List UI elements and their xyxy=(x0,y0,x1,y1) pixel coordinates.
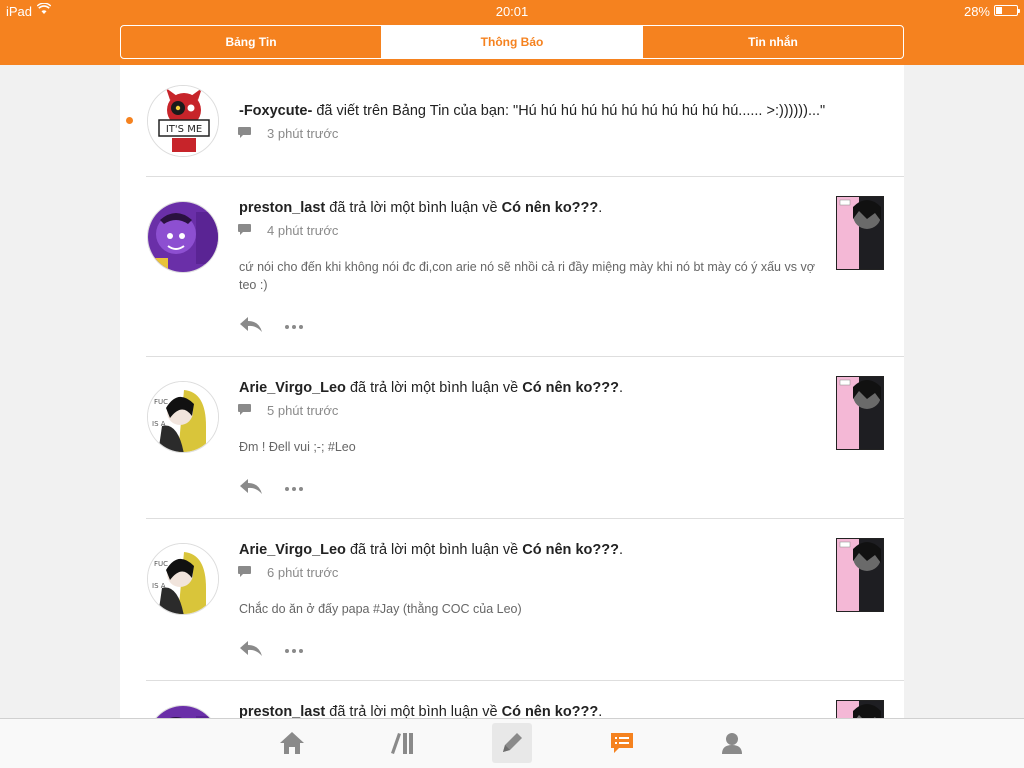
compose-icon[interactable] xyxy=(492,723,532,763)
more-options-icon[interactable] xyxy=(285,486,303,491)
notification-action: đã trả lời một bình luận về xyxy=(345,542,523,558)
comment-bubble-icon xyxy=(238,223,251,238)
username[interactable]: Arie_Virgo_Leo xyxy=(239,380,346,396)
username[interactable]: Arie_Virgo_Leo xyxy=(239,542,346,558)
profile-icon[interactable] xyxy=(712,723,752,763)
timestamp-row: 4 phút trước xyxy=(238,223,338,238)
clock: 20:01 xyxy=(495,4,529,19)
notification-text[interactable]: -Foxycute- đã viết trên Bảng Tin của bạn… xyxy=(239,103,879,119)
battery-icon xyxy=(994,5,1020,16)
post-title-link[interactable]: Có nên ko??? xyxy=(502,200,599,216)
timestamp: 5 phút trước xyxy=(267,403,339,418)
avatar[interactable] xyxy=(147,201,219,273)
comment-bubble-icon xyxy=(238,126,251,141)
more-options-icon[interactable] xyxy=(285,648,303,653)
battery-percent: 28% xyxy=(963,4,990,19)
post-thumbnail[interactable] xyxy=(836,538,884,612)
post-thumbnail[interactable] xyxy=(836,376,884,450)
timestamp: 4 phút trước xyxy=(267,223,339,238)
svg-text:FUC: FUC xyxy=(154,398,168,406)
list-item[interactable]: IT'S ME -Foxycute- đã viết trên Bảng Tin… xyxy=(126,65,904,177)
avatar[interactable]: IT'S ME xyxy=(147,85,219,157)
avatar[interactable]: FUC IS A xyxy=(147,543,219,615)
tab-bang-tin[interactable]: Bảng Tin xyxy=(121,26,381,58)
comment-text: cứ nói cho đến khi không nói đc đi,con a… xyxy=(239,260,815,292)
timestamp: 3 phút trước xyxy=(267,126,339,141)
header-bar: iPad 20:01 28% Bảng Tin Thông Báo Tin nh… xyxy=(0,0,1024,65)
list-item[interactable]: FUC IS A Arie_Virgo_Leo đã trả lời một b… xyxy=(146,519,904,681)
username[interactable]: preston_last xyxy=(239,704,325,718)
segmented-control: Bảng Tin Thông Báo Tin nhắn xyxy=(120,25,904,59)
tab-thong-bao[interactable]: Thông Báo xyxy=(381,26,642,58)
item-actions xyxy=(239,639,303,662)
username[interactable]: preston_last xyxy=(239,200,325,216)
tab-tin-nhan[interactable]: Tin nhắn xyxy=(642,26,903,58)
notification-text[interactable]: preston_last đã trả lời một bình luận về… xyxy=(239,704,879,718)
post-thumbnail[interactable] xyxy=(836,196,884,270)
notification-text[interactable]: Arie_Virgo_Leo đã trả lời một bình luận … xyxy=(239,542,879,558)
post-title-link[interactable]: Có nên ko??? xyxy=(522,380,619,396)
reply-icon[interactable] xyxy=(239,477,263,500)
punctuation: . xyxy=(598,704,603,718)
punctuation: . xyxy=(618,380,623,396)
punctuation: . xyxy=(598,200,603,216)
notification-action: đã trả lời một bình luận về xyxy=(325,704,502,718)
reply-icon[interactable] xyxy=(239,639,263,662)
list-item[interactable]: preston_last đã trả lời một bình luận về… xyxy=(146,177,904,357)
unread-dot xyxy=(126,117,133,124)
post-title-link[interactable]: Có nên ko??? xyxy=(522,542,619,558)
timestamp-row: 6 phút trước xyxy=(238,565,338,580)
svg-text:IS A: IS A xyxy=(152,582,166,590)
comment-text: Chắc do ăn ở đấy papa #Jay (thằng COC củ… xyxy=(239,602,522,616)
punctuation: . xyxy=(618,542,623,558)
post-thumbnail[interactable] xyxy=(836,700,884,718)
comment-bubble-icon xyxy=(238,565,251,580)
timestamp-row: 5 phút trước xyxy=(238,403,338,418)
home-icon[interactable] xyxy=(272,723,312,763)
notification-text[interactable]: Arie_Virgo_Leo đã trả lời một bình luận … xyxy=(239,380,879,396)
bottom-tab-bar xyxy=(0,718,1024,768)
timestamp: 6 phút trước xyxy=(267,565,339,580)
more-options-icon[interactable] xyxy=(285,324,303,329)
avatar[interactable]: FUC IS A xyxy=(147,381,219,453)
notification-action: đã viết trên Bảng Tin của bạn: "Hú hú hú… xyxy=(312,103,826,119)
svg-text:FUC: FUC xyxy=(154,560,168,568)
item-actions xyxy=(239,477,303,500)
list-item[interactable]: FUC IS A Arie_Virgo_Leo đã trả lời một b… xyxy=(146,357,904,519)
notification-action: đã trả lời một bình luận về xyxy=(325,200,502,216)
svg-text:IT'S ME: IT'S ME xyxy=(166,124,202,135)
status-bar: iPad 20:01 28% xyxy=(0,0,1024,22)
item-actions xyxy=(239,315,303,338)
notifications-icon[interactable] xyxy=(602,723,642,763)
comment-text: Đm ! Đell vui ;-; #Leo xyxy=(239,440,356,454)
notification-text[interactable]: preston_last đã trả lời một bình luận về… xyxy=(239,200,879,216)
list-item[interactable]: preston_last đã trả lời một bình luận về… xyxy=(146,681,904,718)
comment-bubble-icon xyxy=(238,403,251,418)
username[interactable]: -Foxycute- xyxy=(239,103,312,119)
notification-list: IT'S ME -Foxycute- đã viết trên Bảng Tin… xyxy=(120,65,904,718)
bookshelf-icon[interactable] xyxy=(382,723,422,763)
svg-text:IS A: IS A xyxy=(152,420,166,428)
notification-action: đã trả lời một bình luận về xyxy=(345,380,523,396)
post-title-link[interactable]: Có nên ko??? xyxy=(502,704,599,718)
reply-icon[interactable] xyxy=(239,315,263,338)
avatar[interactable] xyxy=(147,705,219,718)
timestamp-row: 3 phút trước xyxy=(238,126,338,141)
